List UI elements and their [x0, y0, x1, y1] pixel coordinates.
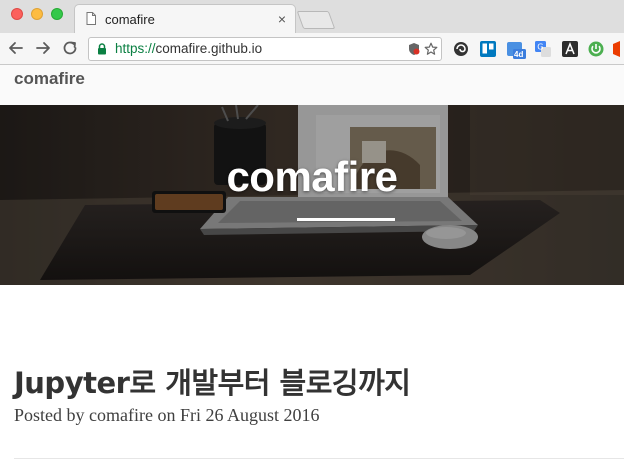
site-navbar: comafire [0, 65, 624, 105]
swirl-extension-icon[interactable] [452, 40, 470, 58]
font-extension-icon[interactable] [561, 40, 579, 58]
extension-badge: 4d [514, 50, 524, 59]
svg-text:G: G [537, 43, 543, 52]
tab-title: comafire [105, 12, 155, 27]
zoom-window-button[interactable] [51, 8, 63, 20]
hero-underline [297, 218, 395, 221]
calendar-extension-icon[interactable]: 4d [506, 40, 526, 59]
url-scheme: https:// [115, 41, 156, 56]
hero-title: comafire [226, 153, 398, 200]
browser-toolbar: https://comafire.github.io [0, 33, 624, 65]
lock-icon [98, 43, 106, 55]
forward-icon[interactable] [33, 38, 53, 58]
star-icon[interactable] [424, 42, 438, 56]
close-window-button[interactable] [11, 8, 23, 20]
site-brand-link[interactable]: comafire [14, 69, 85, 89]
trello-extension-icon[interactable] [479, 40, 497, 58]
document-icon [86, 12, 96, 25]
url-host: comafire.github.io [155, 41, 263, 56]
reload-icon[interactable] [60, 38, 80, 58]
minimize-window-button[interactable] [31, 8, 43, 20]
address-bar[interactable]: https://comafire.github.io [88, 37, 442, 61]
tab-strip: comafire × [0, 0, 624, 34]
tab-close-icon[interactable]: × [278, 11, 286, 27]
new-tab-button[interactable] [296, 11, 336, 29]
back-icon[interactable] [6, 38, 26, 58]
shield-extension-icon[interactable] [407, 42, 421, 56]
post-meta: Posted by comafire on Fri 26 August 2016 [14, 405, 320, 425]
url-text[interactable]: https://comafire.github.io [115, 41, 262, 56]
translate-extension-icon[interactable]: G [534, 40, 552, 58]
browser-tab[interactable]: comafire × [74, 4, 296, 34]
post-title-link[interactable]: Jupyter로 개발부터 블로깅까지 [14, 360, 411, 402]
office-extension-icon[interactable] [612, 40, 624, 58]
power-extension-icon[interactable] [587, 40, 605, 58]
post-divider [14, 458, 624, 459]
